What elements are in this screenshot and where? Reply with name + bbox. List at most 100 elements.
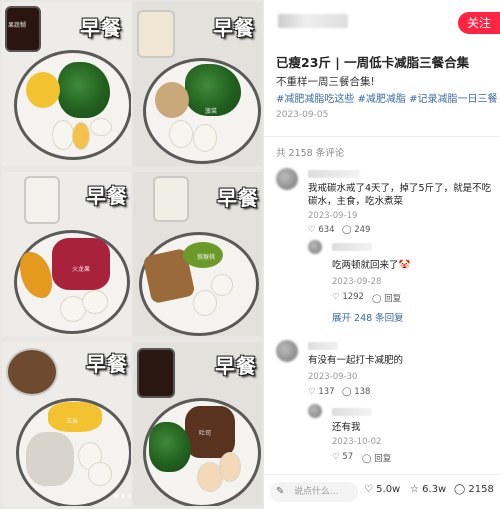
watermark: 火龙果 [72,266,91,273]
divider [264,136,500,137]
breakfast-badge: 早餐 [215,354,257,378]
avatar[interactable] [308,240,322,254]
collect-button[interactable]: ☆ 6.3w [410,484,446,495]
like-button[interactable]: ♡ 5.0w [364,484,400,495]
milk-cup [153,176,189,222]
chat-icon: ◯ [342,387,355,397]
photo-breakfast-3: 早餐 火龙果 [2,172,131,336]
dragon-fruit-white [26,432,74,486]
chat-icon: ◯ [362,454,375,464]
egg [52,120,74,150]
egg [193,290,217,316]
comment-reply-button[interactable]: ◯ 138 [342,387,370,397]
post-title: 已瘦23斤 | 一周低卡减脂三餐合集 [276,55,470,70]
breakfast-badge: 早餐 [213,16,255,40]
coffee-cup [6,348,58,396]
milk-cup [24,176,60,224]
coffee-cup [5,6,41,52]
comment-input[interactable]: ✎ 说点什么... [270,482,358,502]
breakfast-badge: 早餐 [217,186,259,210]
watermark: 玉米 [66,418,79,425]
egg [82,290,108,314]
comment-input-placeholder: 说点什么... [294,487,339,497]
star-icon: ☆ [410,484,423,495]
replier-name-blurred[interactable] [332,408,372,416]
comment-like-button[interactable]: ♡ 137 [308,387,335,397]
heart-icon: ♡ [332,292,343,302]
reply-text: 吃两顿就回来了🤡 [332,260,411,271]
comment-date: 2023-09-19 [308,211,358,221]
follow-button[interactable]: 关注 [458,12,500,34]
post-description: 不重样一周三餐合集! [276,76,375,88]
expand-replies-link[interactable]: 展开 248 条回复 [332,310,404,324]
replier-name-blurred[interactable] [332,243,372,251]
reply-label: 回复 [384,294,402,304]
heart-icon: ♡ [332,452,343,462]
avatar[interactable] [276,340,298,362]
egg [90,118,112,136]
breakfast-badge: 早餐 [86,352,128,376]
author-name-blurred[interactable] [278,14,348,28]
comment-total: 2158 [468,484,494,495]
photo-breakfast-6: 早餐 吐司 [133,342,262,506]
reply-count: 249 [354,225,371,235]
comment-text: 我戒碳水戒了4天了，掉了5斤了，就是不吃碳水，主食，吃水煮菜 [308,183,492,207]
egg-yolk [72,122,90,150]
reply-date: 2023-10-02 [332,437,382,447]
food-photo-collage[interactable]: 果蔬糊 早餐 早餐 菠菜 早餐 火龙果 早餐 猕猴桃 早餐 玉米 早餐 吐司 [0,0,264,509]
watermark: 果蔬糊 [8,22,27,29]
comment-button[interactable]: ◯ 2158 [454,484,494,495]
egg [169,120,193,148]
comment-text: 有没有一起打卡减肥的 [308,355,404,366]
bread-slices [155,82,189,118]
commenter-name-blurred[interactable] [308,170,360,178]
like-total: 5.0w [376,484,401,495]
heart-icon: ♡ [364,484,377,495]
commenter-name-blurred[interactable] [308,342,338,350]
watermark: 猕猴桃 [197,254,216,261]
greens [149,422,191,472]
reply-like-button[interactable]: ♡ 57 [332,452,353,462]
watermark: 吐司 [199,430,212,437]
egg [211,274,233,296]
reply-reply-button[interactable]: ◯ 回复 [362,452,391,464]
reply-like-button[interactable]: ♡ 1292 [332,292,364,302]
breakfast-badge: 早餐 [80,16,122,40]
like-count: 137 [318,387,335,397]
chat-icon: ◯ [342,225,355,235]
bottom-action-bar: ✎ 说点什么... ♡ 5.0w ☆ 6.3w ◯ 2158 [264,474,500,509]
post-date: 2023-09-05 [276,110,329,120]
avatar[interactable] [308,404,322,418]
reply-date: 2023-09-28 [332,277,382,287]
chat-icon: ◯ [372,294,385,304]
egg [219,452,241,482]
heart-icon: ♡ [308,387,319,397]
egg [193,124,217,152]
coffee-cup [137,348,175,398]
avatar[interactable] [276,168,298,190]
comment-date: 2023-09-30 [308,372,358,382]
photo-breakfast-2: 早餐 菠菜 [133,2,262,166]
comment-like-button[interactable]: ♡ 634 [308,225,335,235]
author-bar: 关注 [264,0,500,40]
breakfast-badge: 早餐 [86,184,128,208]
post-detail-panel: 关注 已瘦23斤 | 一周低卡减脂三餐合集 不重样一周三餐合集! #减肥减脂吃这… [264,0,500,509]
egg [88,462,112,486]
carousel-dots[interactable] [114,494,131,498]
comment-reply-button[interactable]: ◯ 249 [342,225,370,235]
reply-reply-button[interactable]: ◯ 回复 [372,292,401,304]
pen-icon: ✎ [276,486,285,497]
reply-text: 还有我 [332,422,361,433]
photo-breakfast-5: 早餐 玉米 [2,342,131,506]
photo-breakfast-4: 早餐 猕猴桃 [133,172,262,336]
chat-icon: ◯ [454,484,469,495]
collect-total: 6.3w [422,484,447,495]
like-count: 634 [318,225,335,235]
watermark: 菠菜 [205,108,218,115]
post-tags[interactable]: #减肥减脂吃这些 #减肥减脂 #记录减脂一日三餐 [276,90,498,105]
like-count: 57 [342,452,354,462]
photo-breakfast-1: 果蔬糊 早餐 [2,2,131,166]
reply-count: 138 [354,387,371,397]
soy-milk-cup [137,10,175,58]
heart-icon: ♡ [308,225,319,235]
